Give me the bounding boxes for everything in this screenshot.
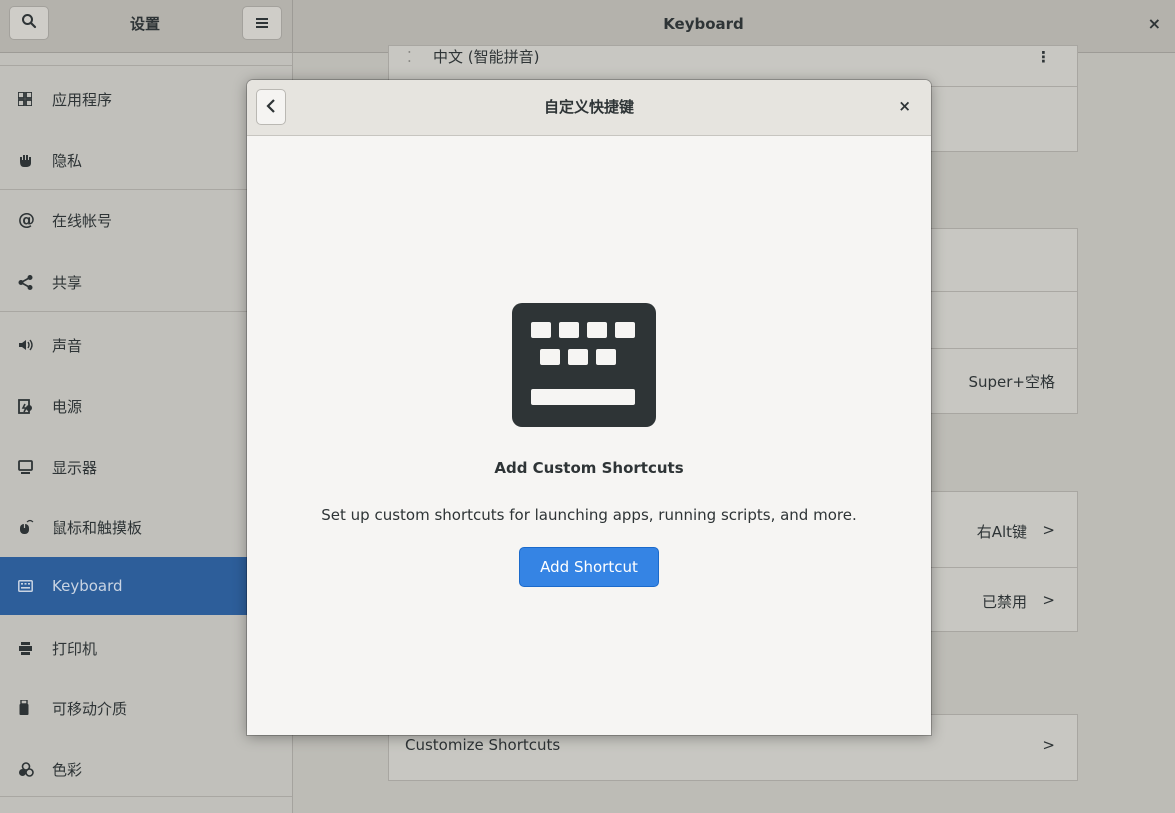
share-icon <box>18 274 40 290</box>
sidebar-item-label: 打印机 <box>52 639 98 658</box>
sidebar-item-label: 电源 <box>52 397 83 416</box>
printer-icon <box>18 641 40 656</box>
grid-icon <box>18 92 40 106</box>
sidebar-divider <box>0 796 292 797</box>
chevron-left-icon <box>266 97 276 118</box>
mouse-icon <box>18 519 40 535</box>
back-button[interactable] <box>256 89 286 125</box>
sidebar-item-label: 隐私 <box>52 151 83 170</box>
keyboard-icon <box>18 580 40 592</box>
add-shortcut-button[interactable]: Add Shortcut <box>519 547 659 587</box>
hamburger-icon <box>255 14 269 33</box>
dialog-title: 自定义快捷键 <box>543 98 634 116</box>
keyboard-illustration-icon <box>512 303 656 427</box>
input-source-label: 中文 (智能拼音) <box>433 48 540 66</box>
sidebar-item-label: 声音 <box>52 336 83 355</box>
chevron-right-icon: > <box>1042 736 1055 754</box>
customize-shortcuts-label: Customize Shortcuts <box>405 736 561 754</box>
close-window-button[interactable]: × <box>1148 14 1161 33</box>
sidebar-item-label: 色彩 <box>52 760 83 779</box>
search-button[interactable] <box>9 6 49 40</box>
search-icon <box>21 13 37 33</box>
color-icon <box>18 761 40 777</box>
sidebar-item-color[interactable]: 色彩 <box>0 739 292 799</box>
sidebar-header: 设置 <box>0 0 293 52</box>
close-icon: × <box>1147 14 1161 33</box>
sidebar-divider <box>0 65 292 66</box>
speaker-icon <box>18 338 40 352</box>
sidebar-item-label: 共享 <box>52 273 83 292</box>
empty-state-title: Add Custom Shortcuts <box>494 459 684 477</box>
sidebar-item-label: 在线帐号 <box>52 211 113 230</box>
hand-icon <box>18 153 40 168</box>
drag-handle-icon[interactable]: ⁚ <box>407 48 412 66</box>
sidebar-item-label: Keyboard <box>52 577 123 595</box>
right-alt-value: 右Alt键 <box>976 523 1027 541</box>
sidebar-item-label: 鼠标和触摸板 <box>52 518 143 537</box>
sidebar-item-label: 可移动介质 <box>52 699 128 718</box>
close-icon: × <box>898 97 911 115</box>
dialog-close-button[interactable]: × <box>898 97 911 115</box>
menu-button[interactable] <box>242 6 282 40</box>
super-space-value: Super+空格 <box>968 373 1055 391</box>
settings-title: 设置 <box>129 15 160 33</box>
empty-state-description: Set up custom shortcuts for launching ap… <box>321 506 857 524</box>
at-icon: @ <box>18 210 35 230</box>
more-options-icon[interactable]: ⋮ <box>1036 48 1051 66</box>
chevron-right-icon: > <box>1042 591 1055 609</box>
sidebar-item-label: 应用程序 <box>52 90 113 109</box>
sidebar-item-label: 显示器 <box>52 458 98 477</box>
battery-icon <box>18 398 40 414</box>
chevron-right-icon: > <box>1042 521 1055 539</box>
dialog-header: 自定义快捷键 × <box>247 80 931 136</box>
usb-drive-icon <box>18 700 40 716</box>
disabled-value: 已禁用 <box>981 593 1027 611</box>
custom-shortcuts-dialog: 自定义快捷键 × Add Custom Shortcuts Set up cus… <box>247 80 931 735</box>
monitor-icon <box>18 459 40 475</box>
